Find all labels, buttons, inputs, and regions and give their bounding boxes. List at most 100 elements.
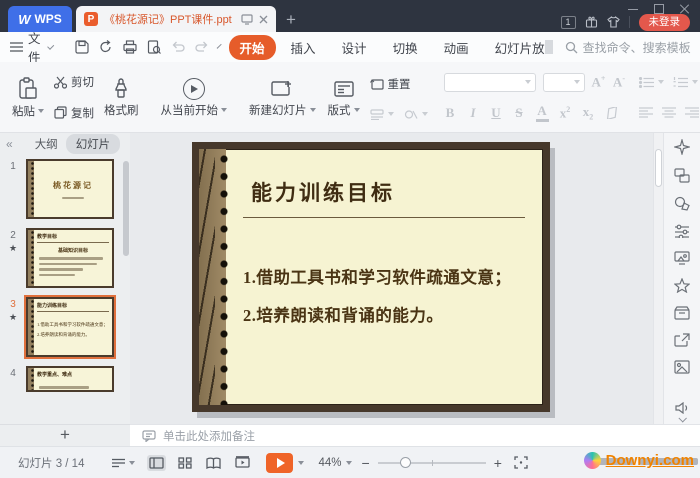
new-tab-button[interactable]: + xyxy=(286,11,296,28)
zoom-level[interactable]: 44% xyxy=(318,457,352,469)
minimize-button[interactable] xyxy=(628,4,638,14)
close-window-button[interactable] xyxy=(680,4,690,14)
undo-icon[interactable] xyxy=(171,41,185,53)
gift-icon[interactable] xyxy=(585,16,598,28)
quick-access-dropdown-icon[interactable] xyxy=(216,43,222,49)
slide-thumbnail-1[interactable]: 1 桃花源记 xyxy=(0,159,130,219)
panel-scrollbar[interactable] xyxy=(123,161,129,256)
share-screen-icon[interactable] xyxy=(241,13,253,25)
notes-bar[interactable]: 单击此处添加备注 xyxy=(130,424,700,446)
collapse-panel-icon[interactable]: « xyxy=(6,137,13,151)
slide-title[interactable]: 能力训练目标 xyxy=(251,177,529,207)
subscript-button[interactable]: x2 xyxy=(582,104,595,122)
layout-button[interactable]: 版式 xyxy=(322,75,366,121)
file-menu[interactable]: 文件 xyxy=(10,28,54,66)
share-icon[interactable] xyxy=(674,333,690,347)
tab-transition[interactable]: 切换 xyxy=(382,35,429,60)
slide[interactable]: 能力训练目标 1.借助工具书和学习软件疏通文意； 2.培养朗读和背诵的能力。 xyxy=(192,142,550,412)
new-slide-button[interactable]: 新建幻灯片 xyxy=(243,75,322,121)
zoom-out-button[interactable]: − xyxy=(362,456,370,470)
star-resources-icon[interactable] xyxy=(674,278,690,293)
collapse-strip-icon[interactable] xyxy=(678,414,687,423)
print-preview-icon[interactable] xyxy=(147,40,161,54)
login-button[interactable]: 未登录 xyxy=(638,14,690,31)
reading-view-button[interactable] xyxy=(204,455,223,471)
shrink-font-button[interactable]: A- xyxy=(612,74,625,90)
slide-thumbnail-3-selected[interactable]: 3 ★ 能力训练目标 1.借助工具书和学习软件疏通文意； 2.培养朗读和背诵的能… xyxy=(0,295,130,359)
material-box-icon[interactable] xyxy=(674,306,690,320)
command-search[interactable]: 查找命令、搜索模板 xyxy=(565,39,691,56)
slide-number: 2 xyxy=(10,230,16,241)
notes-toggle-icon[interactable] xyxy=(110,456,137,470)
print-icon[interactable] xyxy=(122,40,137,54)
bullet-list-icon[interactable] xyxy=(639,76,655,88)
start-from-current-button[interactable]: 从当前开始 xyxy=(155,75,234,121)
smart-features-icon[interactable] xyxy=(674,139,690,155)
status-bar: 幻灯片 3 / 14 44% − + Downyi.com xyxy=(0,446,700,478)
notification-badge[interactable]: 1 xyxy=(560,15,576,29)
underline-button[interactable]: U xyxy=(490,105,503,121)
slides-tab[interactable]: 幻灯片 xyxy=(65,134,121,154)
save-icon[interactable] xyxy=(74,40,89,54)
font-family-select[interactable] xyxy=(443,72,536,92)
zoom-knob[interactable] xyxy=(399,456,411,468)
tab-animation[interactable]: 动画 xyxy=(433,35,480,60)
read-aloud-icon[interactable] xyxy=(674,402,690,414)
slide-thumbnail-4[interactable]: 4 教学重点、难点 xyxy=(0,366,130,392)
redo-icon[interactable] xyxy=(194,41,209,53)
normal-view-button[interactable] xyxy=(147,454,167,471)
scrollbar-thumb[interactable] xyxy=(655,149,662,187)
zoom-in-button[interactable]: + xyxy=(494,456,502,470)
outline-tab[interactable]: 大纲 xyxy=(35,136,58,152)
slide-canvas[interactable]: 能力训练目标 1.借助工具书和学习软件疏通文意； 2.培养朗读和背诵的能力。 xyxy=(130,133,653,424)
slideshow-view-button[interactable] xyxy=(233,454,252,471)
play-slideshow-button[interactable] xyxy=(266,452,294,473)
ppt-file-icon: P xyxy=(84,12,98,26)
font-color-button[interactable]: A xyxy=(535,103,549,123)
italic-button[interactable]: I xyxy=(467,105,480,121)
tab-slideshow[interactable]: 幻灯片放 xyxy=(484,35,547,60)
clear-format-icon[interactable] xyxy=(605,106,619,119)
canvas-scrollbar[interactable] xyxy=(653,133,663,424)
image-tools-icon[interactable] xyxy=(674,360,690,374)
align-center-icon[interactable] xyxy=(662,107,677,118)
section-button[interactable] xyxy=(366,107,432,122)
slide-sorter-view-button[interactable] xyxy=(176,455,194,471)
slide-thumbnail-2[interactable]: 2 ★ 教学目标 基础知识目标 xyxy=(0,228,130,288)
document-tab[interactable]: P 《桃花源记》PPT课件.ppt xyxy=(76,6,276,32)
close-document-icon[interactable] xyxy=(259,15,268,24)
wps-label: WPS xyxy=(34,12,62,26)
reset-button[interactable]: 重置 xyxy=(366,74,432,94)
tab-home[interactable]: 开始 xyxy=(228,34,276,60)
play-options-dropdown-icon[interactable] xyxy=(298,460,305,465)
bold-button[interactable]: B xyxy=(444,105,457,121)
slide-design-icon[interactable] xyxy=(674,251,690,265)
align-left-icon[interactable] xyxy=(639,107,654,118)
strikethrough-button[interactable]: S xyxy=(513,105,526,121)
shapes-copy-icon[interactable] xyxy=(674,168,690,183)
skin-icon[interactable] xyxy=(606,16,620,28)
grow-font-button[interactable]: A+ xyxy=(592,74,606,90)
cut-button[interactable]: 剪切 xyxy=(50,72,98,92)
fit-slide-button[interactable] xyxy=(512,454,530,471)
maximize-button[interactable] xyxy=(654,4,664,14)
font-size-select[interactable] xyxy=(542,72,585,92)
thumb-title: 教学目标 xyxy=(37,235,58,240)
insert-shape-icon[interactable] xyxy=(674,196,690,211)
align-right-icon[interactable] xyxy=(685,107,700,118)
paste-button[interactable]: 粘贴 xyxy=(6,74,50,122)
export-icon[interactable] xyxy=(99,40,113,54)
format-painter-button[interactable]: 格式刷 xyxy=(98,75,145,121)
tab-insert[interactable]: 插入 xyxy=(280,35,327,60)
slide-body[interactable]: 1.借助工具书和学习软件疏通文意； 2.培养朗读和背诵的能力。 xyxy=(243,264,529,326)
add-slide-button[interactable]: + xyxy=(0,424,130,446)
superscript-button[interactable]: x2 xyxy=(559,105,572,121)
zoom-track[interactable] xyxy=(377,456,486,468)
object-properties-icon[interactable] xyxy=(674,224,690,238)
numbered-list-icon[interactable] xyxy=(673,76,689,88)
copy-button[interactable]: 复制 xyxy=(50,103,98,123)
scissors-icon xyxy=(54,76,67,89)
new-slide-icon xyxy=(270,78,295,100)
tab-scroll-button[interactable] xyxy=(544,40,553,54)
tab-design[interactable]: 设计 xyxy=(331,35,378,60)
